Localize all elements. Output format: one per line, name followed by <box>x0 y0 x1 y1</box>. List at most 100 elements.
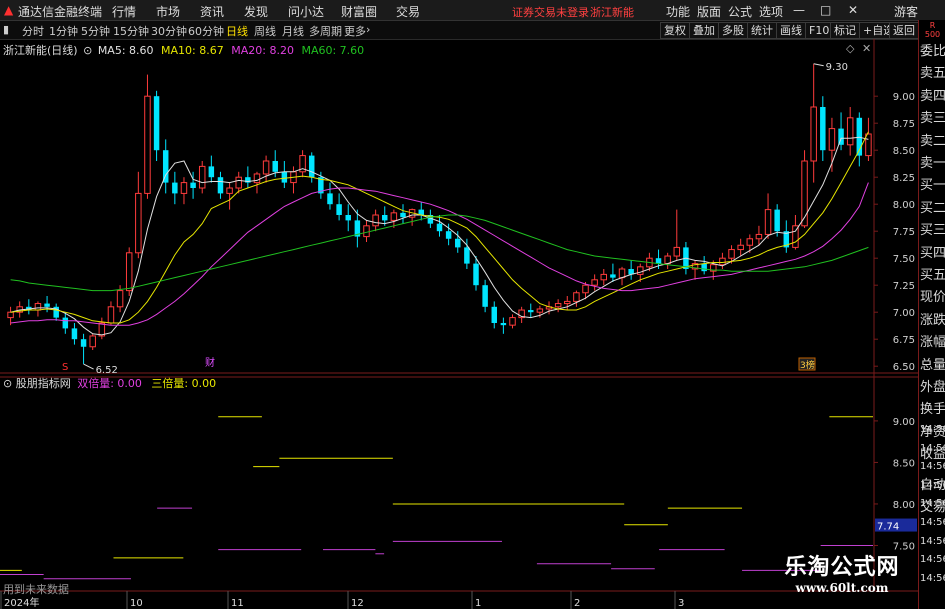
btn-huaxian[interactable]: 画线 <box>776 22 806 39</box>
chart-close-icon[interactable]: ✕ <box>862 42 871 55</box>
menu-hangqing[interactable]: 行情 <box>112 3 136 20</box>
y-tick-label: 8.75 <box>893 119 915 130</box>
candle-body-down <box>382 215 388 221</box>
sidebar-item[interactable]: 买四 <box>920 244 945 264</box>
candle-body-up <box>746 238 754 246</box>
y-tick-label: 7.50 <box>893 254 915 265</box>
month-label: 1 <box>475 598 481 609</box>
sidebar-item[interactable]: 涨跌 <box>920 311 945 331</box>
menu-caifuquan[interactable]: 财富圈 <box>341 3 377 20</box>
tab-fenshi[interactable]: 分时 <box>22 23 44 39</box>
more-chevron-icon[interactable]: › <box>366 23 370 36</box>
sidebar-item[interactable]: 总量 <box>920 356 945 376</box>
btn-diejia[interactable]: 叠加 <box>689 22 719 39</box>
sidebar-item[interactable]: 委比 <box>920 42 945 62</box>
btn-biaoji[interactable]: 标记 <box>830 22 860 39</box>
sidebar-item[interactable]: 外盘 <box>920 378 945 398</box>
double-volume-legend: 双倍量: 0.00 <box>77 377 142 390</box>
sidebar-item[interactable]: 买二 <box>920 199 945 219</box>
btn-tongji[interactable]: 统计 <box>747 22 777 39</box>
candle-body-down <box>208 166 215 178</box>
candle-body-down <box>336 204 342 215</box>
sidebar-item[interactable]: 卖二 <box>920 132 945 152</box>
btn-duogu[interactable]: 多股 <box>718 22 748 39</box>
y-tick-label: 7.00 <box>893 308 915 319</box>
month-label: 11 <box>231 598 244 609</box>
candle-body-up <box>235 176 242 189</box>
kline-chart-area[interactable]: 6.50 6.75 7.00 7.25 7.50 7.75 8.00 8.25 8.50 8.75… <box>0 39 918 609</box>
trade-time: 14:56 <box>920 479 945 491</box>
menu-wenxiaoda[interactable]: 问小达 <box>288 3 324 20</box>
window-restore-icon[interactable]: □ <box>820 3 831 17</box>
month-label: 3 <box>678 598 684 609</box>
sidebar-item[interactable]: 现价 <box>920 288 945 308</box>
stock-name-legend: 浙江新能(日线) <box>3 44 78 57</box>
candle-body-up <box>89 335 96 348</box>
sidebar-item[interactable]: 涨幅 <box>920 333 945 353</box>
candle-body-up <box>107 306 115 324</box>
tab-multi-period[interactable]: 多周期 <box>309 23 342 39</box>
sidebar-item[interactable]: 卖五 <box>920 64 945 84</box>
y-tick-label: 8.25 <box>893 173 915 184</box>
y-tick-label: 8.50 <box>893 146 915 157</box>
stock-title: 浙江新能 <box>590 6 634 19</box>
menu-gongshi[interactable]: 公式 <box>728 3 752 20</box>
candle-body-up <box>198 165 206 189</box>
sidebar-item[interactable]: 换手 <box>920 400 945 420</box>
sidebar-item[interactable]: 买五 <box>920 266 945 286</box>
guest-label[interactable]: 游客 <box>894 3 918 20</box>
sidebar-item[interactable]: 卖一 <box>920 154 945 174</box>
candle-body-up <box>810 106 817 162</box>
trade-time: 14:56 <box>920 442 945 454</box>
tab-5min[interactable]: 5分钟 <box>81 23 110 39</box>
sidebar-item[interactable]: 卖四 <box>920 87 945 107</box>
btn-fuquan[interactable]: 复权 <box>660 22 690 39</box>
candle-body-up <box>253 173 261 184</box>
tab-more[interactable]: 更多 <box>344 23 366 39</box>
menu-gongneng[interactable]: 功能 <box>666 3 690 20</box>
tab-weekly[interactable]: 周线 <box>254 23 276 39</box>
menu-faxian[interactable]: 发现 <box>244 3 268 20</box>
candle-body-up <box>637 266 644 275</box>
sidebar-item[interactable]: 卖三 <box>920 109 945 129</box>
candle-body-down <box>400 212 406 218</box>
legend-expand-icon[interactable]: ⊙ <box>83 44 92 57</box>
login-notice[interactable]: 证券交易未登录 <box>512 4 589 20</box>
tab-daily[interactable]: 日线 <box>226 23 248 39</box>
candle-body-down <box>701 263 707 272</box>
main-legend: 浙江新能(日线) ⊙ MA5: 8.60 MA10: 8.67 MA20: 8.… <box>3 42 364 58</box>
menu-shichang[interactable]: 市场 <box>156 3 180 20</box>
window-close-icon[interactable]: ✕ <box>848 3 858 17</box>
candle-body-down <box>482 285 488 307</box>
tab-monthly[interactable]: 月线 <box>282 23 304 39</box>
menu-zixun[interactable]: 资讯 <box>200 3 224 20</box>
window-minimize-icon[interactable]: — <box>793 3 805 17</box>
candle-body-up <box>564 300 571 305</box>
sidebar-item[interactable]: 买三 <box>920 221 945 241</box>
annotation-leader <box>83 363 94 370</box>
candle-body-down <box>473 263 479 286</box>
candle-body-down <box>455 238 461 248</box>
tab-60min[interactable]: 60分钟 <box>188 23 224 39</box>
tab-30min[interactable]: 30分钟 <box>151 23 187 39</box>
menu-xuanxiang[interactable]: 选项 <box>759 3 783 20</box>
app-logo-icon: ▲ <box>4 3 14 17</box>
month-label: 2 <box>574 598 580 609</box>
btn-back[interactable]: 返回 <box>889 22 919 39</box>
ma20-legend: MA20: 8.20 <box>231 44 294 57</box>
month-label: 12 <box>351 598 364 609</box>
watermark-title: 乐淘公式网 <box>784 555 900 580</box>
sidebar-item[interactable]: 买一 <box>920 176 945 196</box>
candle-body-down <box>610 274 616 278</box>
menu-banmian[interactable]: 版面 <box>697 3 721 20</box>
sub-expand-icon[interactable]: ⊙ <box>3 377 12 390</box>
candle-body-up <box>135 192 142 254</box>
menu-jiaoyi[interactable]: 交易 <box>396 3 420 20</box>
sub-legend: ⊙ 股朋指标网 双倍量: 0.00 三倍量: 0.00 <box>3 375 216 391</box>
toolbar-menu-icon[interactable]: ▮ <box>3 23 9 36</box>
candle-body-down <box>80 339 87 347</box>
chart-settings-icon[interactable]: ◇ <box>846 42 854 55</box>
candle-body-up <box>180 182 188 194</box>
tab-1min[interactable]: 1分钟 <box>49 23 78 39</box>
tab-15min[interactable]: 15分钟 <box>113 23 149 39</box>
